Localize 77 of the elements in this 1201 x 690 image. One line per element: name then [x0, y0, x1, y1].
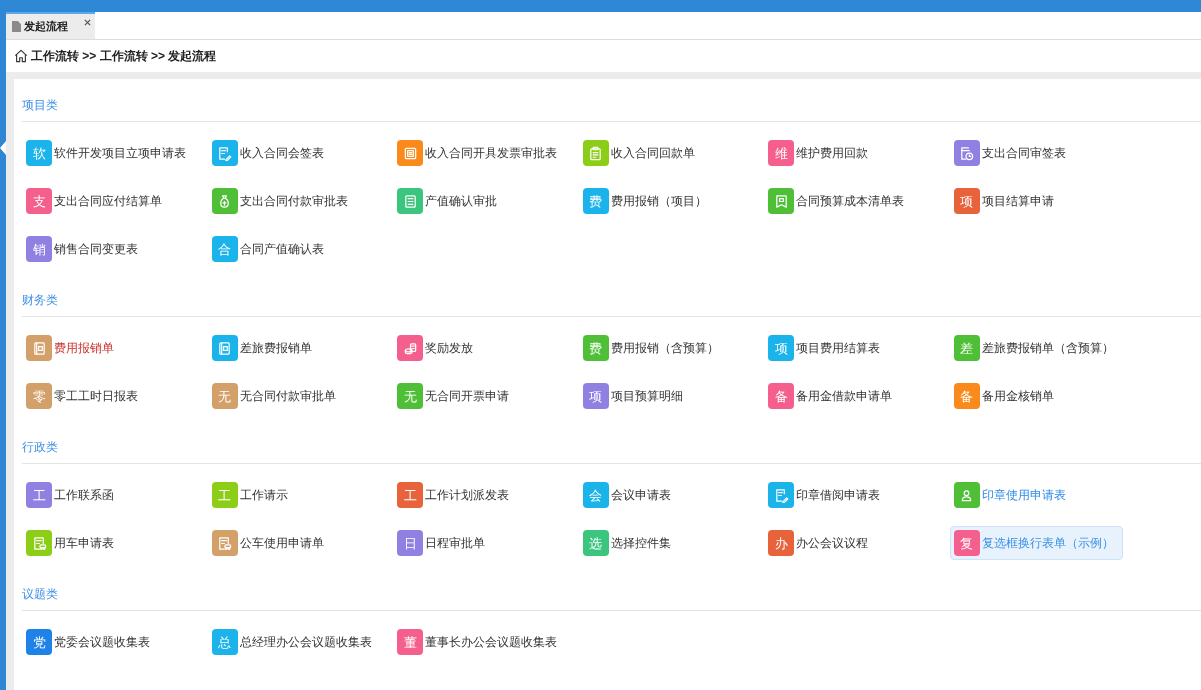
form-link[interactable]: 无 无合同付款审批单	[207, 379, 381, 413]
initial-tile: 备	[768, 383, 794, 409]
initial-tile: 零	[26, 383, 52, 409]
form-link[interactable]: 备 备用金核销单	[949, 379, 1123, 413]
form-link[interactable]: 零 零工工时日报表	[22, 379, 195, 413]
initial-tile: 费	[582, 188, 609, 214]
initial-tile: 差	[953, 335, 980, 361]
initial-tile: 日	[397, 530, 423, 556]
form-link[interactable]: 支出合同审签表	[949, 136, 1123, 170]
form-link[interactable]: 日 日程审批单	[393, 526, 566, 560]
form-link[interactable]: 差 差旅费报销单（含预算）	[949, 331, 1123, 365]
form-link[interactable]: 奖励发放	[393, 331, 566, 365]
home-icon[interactable]	[14, 49, 28, 63]
form-link[interactable]: 合 合同产值确认表	[207, 232, 381, 266]
initial-tile: 党	[26, 629, 52, 655]
form-link[interactable]: 维 维护费用回款	[764, 136, 937, 170]
section-title: 议题类	[22, 586, 59, 602]
form-link[interactable]: 项 项目结算申请	[949, 184, 1123, 218]
form-link[interactable]: 印章借阅申请表	[764, 478, 937, 512]
form-link[interactable]: 无 无合同开票申请	[393, 379, 566, 413]
initial-tile: 选	[582, 530, 609, 556]
form-link[interactable]: 收入合同开具发票审批表	[393, 136, 566, 170]
document-icon	[12, 21, 21, 32]
form-link[interactable]: 销 销售合同变更表	[22, 232, 195, 266]
initial-tile: 无	[397, 383, 423, 409]
form-link[interactable]: 董 董事长办公会议题收集表	[393, 625, 566, 659]
form-link[interactable]: 收入合同回款单	[578, 136, 752, 170]
initial-tile: 无	[211, 383, 238, 409]
form-link[interactable]: 费用报销单	[22, 331, 195, 365]
form-link[interactable]: 工 工作联系函	[22, 478, 195, 512]
form-link[interactable]: 费 费用报销（含预算）	[578, 331, 752, 365]
form-link[interactable]: 差旅费报销单	[207, 331, 381, 365]
form-link[interactable]: 工 工作请示	[207, 478, 381, 512]
section-title: 财务类	[22, 292, 59, 308]
initial-tile: 总	[211, 629, 238, 655]
form-link[interactable]: 合同预算成本清单表	[764, 184, 937, 218]
tab[interactable]: 发起流程	[6, 12, 95, 39]
form-link[interactable]: 费 费用报销（项目）	[578, 184, 752, 218]
initial-tile: 费	[582, 335, 609, 361]
initial-tile: 软	[26, 140, 52, 166]
initial-tile: 项	[768, 335, 794, 361]
initial-tile: 工	[397, 482, 423, 508]
initial-tile: 支	[26, 188, 52, 214]
form-link[interactable]: 收入合同会签表	[207, 136, 381, 170]
initial-tile: 合	[211, 236, 238, 262]
form-link[interactable]: 办 办公会议议程	[764, 526, 937, 560]
initial-tile: 办	[768, 530, 794, 556]
form-link[interactable]: 会 会议申请表	[578, 478, 752, 512]
initial-tile: 会	[582, 482, 609, 508]
form-link[interactable]: 备 备用金借款申请单	[764, 379, 937, 413]
initial-tile: 工	[26, 482, 52, 508]
initial-tile: 复	[953, 530, 980, 556]
form-link[interactable]: 总 总经理办公会议题收集表	[207, 625, 381, 659]
form-link[interactable]: 选 选择控件集	[578, 526, 752, 560]
form-link[interactable]: 产值确认审批	[393, 184, 566, 218]
form-link[interactable]: 用车申请表	[22, 526, 195, 560]
initial-tile: 维	[768, 140, 794, 166]
close-icon[interactable]	[84, 19, 91, 26]
form-link[interactable]: 工 工作计划派发表	[393, 478, 566, 512]
form-link[interactable]: 印章使用申请表	[949, 478, 1123, 512]
initial-tile: 工	[211, 482, 238, 508]
initial-tile: 项	[953, 188, 980, 214]
form-link[interactable]: 项 项目费用结算表	[764, 331, 937, 365]
collapse-arrow-icon[interactable]	[0, 140, 6, 156]
initial-tile: 销	[26, 236, 52, 262]
form-link[interactable]: 软 软件开发项目立项申请表	[22, 136, 195, 170]
initial-tile: 项	[582, 383, 609, 409]
initial-tile: 备	[953, 383, 980, 409]
form-link[interactable]: 公车使用申请单	[207, 526, 381, 560]
form-link[interactable]: 支出合同付款审批表	[207, 184, 381, 218]
breadcrumb: 工作流转 >> 工作流转 >> 发起流程	[31, 48, 217, 65]
initial-tile: 董	[397, 629, 423, 655]
section-title: 项目类	[22, 97, 59, 113]
form-link[interactable]: 支 支出合同应付结算单	[22, 184, 195, 218]
form-link[interactable]: 党 党委会议题收集表	[22, 625, 195, 659]
form-link[interactable]: 项 项目预算明细	[578, 379, 752, 413]
section-title: 行政类	[22, 439, 59, 455]
